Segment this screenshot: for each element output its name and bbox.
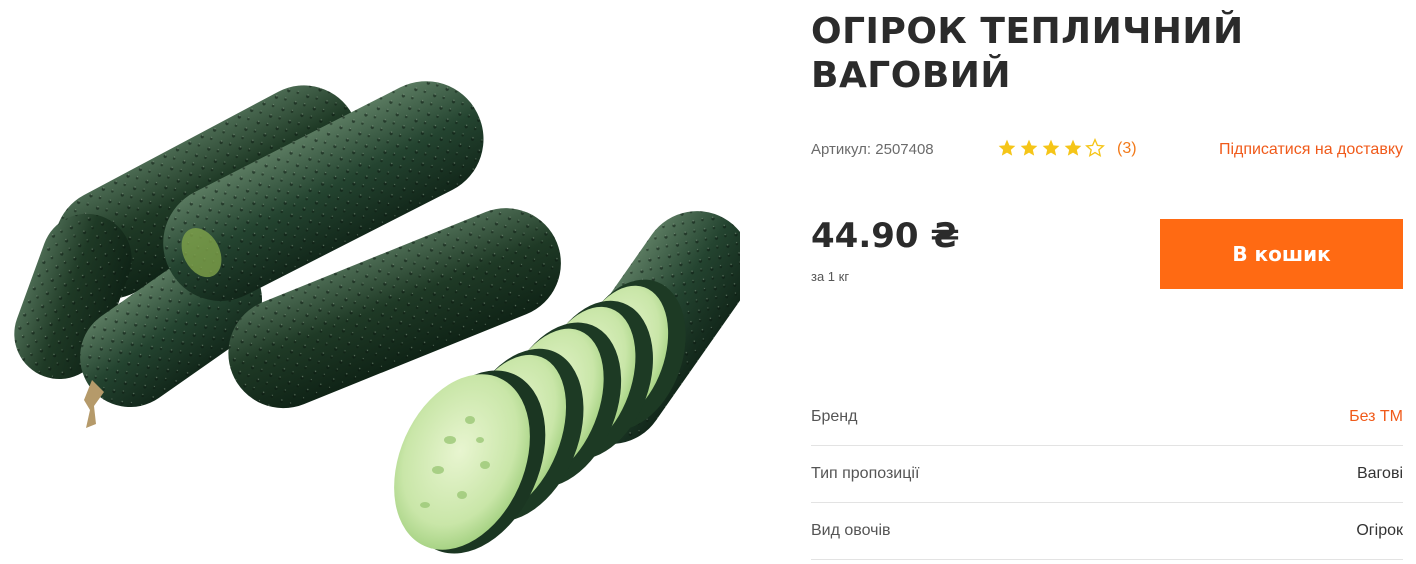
price: 44.90 ₴ xyxy=(811,216,960,256)
cucumbers-image xyxy=(14,81,740,554)
attribute-value: Вагові xyxy=(1356,465,1403,482)
product-meta-row: Артикул: 2507408 (3) Підписатися на дост… xyxy=(811,138,1403,162)
add-to-cart-button[interactable]: В кошик xyxy=(1160,219,1403,289)
star-filled-icon xyxy=(1041,138,1063,160)
attribute-label: Тип пропозиції xyxy=(811,465,920,482)
star-filled-icon xyxy=(1063,138,1085,160)
attribute-value: Огірок xyxy=(1356,522,1403,539)
star-empty-icon xyxy=(1085,138,1107,160)
star-filled-icon xyxy=(997,138,1019,160)
brand-link[interactable]: Без ТМ xyxy=(1349,408,1403,426)
review-count-link[interactable]: (3) xyxy=(1117,140,1137,158)
subscribe-delivery-link[interactable]: Підписатися на доставку xyxy=(1219,141,1403,159)
attributes-list: Бренд Без ТМ Тип пропозиції Вагові Вид о… xyxy=(811,389,1403,560)
product-info: ОГІРОК ТЕПЛИЧНИЙ ВАГОВИЙ Артикул: 250740… xyxy=(811,0,1403,564)
sku-text: Артикул: 2507408 xyxy=(811,141,934,158)
attribute-row-vegetable-type: Вид овочів Огірок xyxy=(811,503,1403,560)
product-image[interactable] xyxy=(0,0,740,564)
attribute-row-brand: Бренд Без ТМ xyxy=(811,389,1403,446)
attribute-row-offer-type: Тип пропозиції Вагові xyxy=(811,446,1403,503)
product-title: ОГІРОК ТЕПЛИЧНИЙ ВАГОВИЙ xyxy=(811,11,1244,96)
price-unit: за 1 кг xyxy=(811,269,850,284)
rating[interactable]: (3) xyxy=(997,138,1137,160)
attribute-label: Вид овочів xyxy=(811,522,891,539)
attribute-label: Бренд xyxy=(811,408,858,425)
star-filled-icon xyxy=(1019,138,1041,160)
